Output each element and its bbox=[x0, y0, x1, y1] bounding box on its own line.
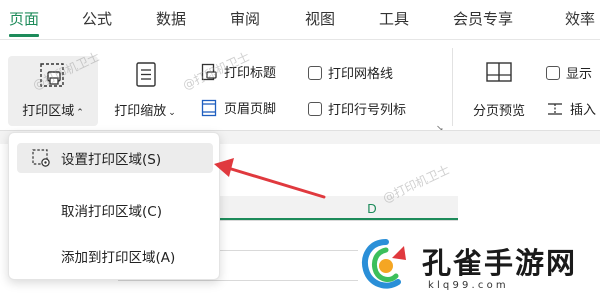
logo-url: k l q 9 9 . c o m bbox=[428, 280, 506, 291]
site-logo: 孔雀手游网 k l q 9 9 . c o m bbox=[356, 236, 600, 300]
peacock-logo-icon bbox=[362, 239, 406, 289]
logo-title: 孔雀手游网 bbox=[422, 246, 578, 280]
